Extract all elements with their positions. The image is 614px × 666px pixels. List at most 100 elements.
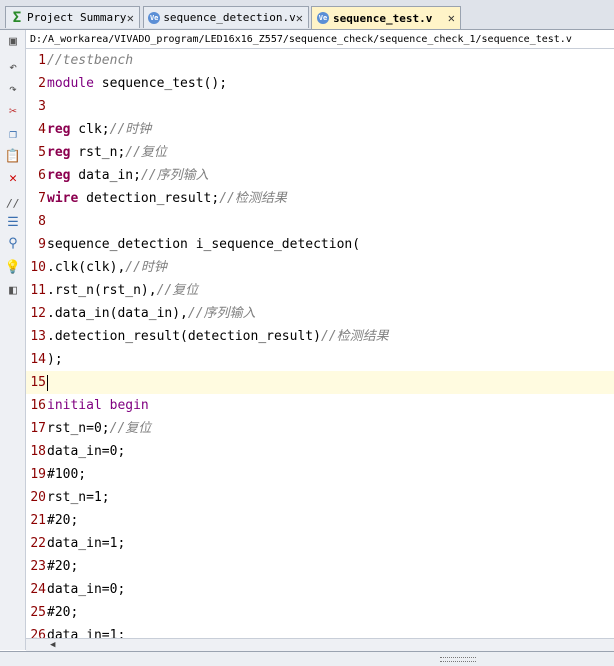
code-token: data_in; <box>70 168 141 183</box>
code-text: reg rst_n;//复位 <box>47 141 167 164</box>
line-number: 21 <box>30 513 46 528</box>
horizontal-scrollbar[interactable]: ◀ <box>26 638 614 652</box>
code-editor[interactable]: 1//testbench 2 module sequence_test(); 3 4 re… <box>26 49 614 638</box>
code-text: rst_n=1; <box>47 486 110 509</box>
code-line[interactable]: 19 #100; <box>26 463 614 486</box>
code-line[interactable]: 16 initial begin <box>26 394 614 417</box>
line-number: 8 <box>38 214 46 229</box>
file-path-bar: D:/A_workarea/VIVADO_program/LED16x16_Z5… <box>26 30 614 49</box>
close-icon[interactable]: ✕ <box>296 11 303 25</box>
resize-grip[interactable] <box>440 657 476 662</box>
code-line[interactable]: 10 .clk(clk),//时钟 <box>26 256 614 279</box>
editor-tab-bar: Σ Project Summary ✕ Ve sequence_detection.v ✕… <box>0 0 614 30</box>
code-text: data_in=0; <box>47 578 125 601</box>
line-number: 23 <box>30 559 46 574</box>
code-line[interactable]: 12 .data_in(data_in),//序列输入 <box>26 302 614 325</box>
code-line[interactable]: 23 #20; <box>26 555 614 578</box>
code-comment: //复位 <box>109 421 152 436</box>
code-line[interactable]: 25 #20; <box>26 601 614 624</box>
code-line[interactable]: 6 reg data_in;//序列输入 <box>26 164 614 187</box>
code-line[interactable]: 8 <box>26 210 614 233</box>
code-line[interactable]: 17 rst_n=0;//复位 <box>26 417 614 440</box>
hint-icon[interactable]: 💡 <box>5 259 21 275</box>
code-text: reg data_in;//序列输入 <box>47 164 209 187</box>
line-number: 24 <box>30 582 46 597</box>
code-line[interactable]: 7 wire detection_result;//检测结果 <box>26 187 614 210</box>
align-icon[interactable]: ☰ <box>5 214 21 230</box>
code-token: #20; <box>47 559 79 574</box>
line-number: 3 <box>38 99 46 114</box>
code-line[interactable]: 22 data_in=1; <box>26 532 614 555</box>
code-text <box>47 371 48 394</box>
comment-icon[interactable]: // <box>5 195 21 211</box>
close-icon[interactable]: ✕ <box>448 11 455 25</box>
code-token: .rst_n(rst_n), <box>47 283 157 298</box>
line-number: 16 <box>30 398 46 413</box>
code-token: #100; <box>47 467 87 482</box>
code-line[interactable]: 9 sequence_detection i_sequence_detection… <box>26 233 614 256</box>
code-comment: //检测结果 <box>320 329 389 344</box>
code-line[interactable]: 21 #20; <box>26 509 614 532</box>
code-line[interactable]: 14); <box>26 348 614 371</box>
template-icon[interactable]: ◧ <box>5 282 21 298</box>
line-number: 25 <box>30 605 46 620</box>
code-text: data_in=1; <box>47 532 125 555</box>
tab-label: Project Summary <box>27 11 127 24</box>
close-icon[interactable]: ✕ <box>127 11 134 25</box>
status-bar <box>0 651 614 666</box>
paste-icon[interactable]: 📋 <box>5 148 21 164</box>
editor-side-toolbar: ▣ ↶ ↷ ✂ ❐ 📋 ✕ // ☰ ⚲ 💡 ◧ <box>0 30 26 650</box>
code-token: sequence_test(); <box>93 76 228 91</box>
code-text: reg clk;//时钟 <box>47 118 151 141</box>
code-line[interactable]: 2 module sequence_test(); <box>26 72 614 95</box>
code-token: rst_n=0; <box>47 421 110 436</box>
code-line[interactable]: 24 data_in=0; <box>26 578 614 601</box>
code-line[interactable]: 5 reg rst_n;//复位 <box>26 141 614 164</box>
code-token: #20; <box>47 605 79 620</box>
code-keyword: reg <box>47 145 71 160</box>
code-text: rst_n=0;//复位 <box>47 417 151 440</box>
code-token: data_in=0; <box>47 444 126 459</box>
line-number: 11 <box>30 283 46 298</box>
code-line[interactable]: 13 .detection_result(detection_result)//检… <box>26 325 614 348</box>
code-comment: //复位 <box>125 145 167 160</box>
code-line[interactable]: 11 .rst_n(rst_n),//复位 <box>26 279 614 302</box>
line-number: 10 <box>30 260 46 275</box>
code-token: data_in=0; <box>47 582 126 597</box>
code-token: .detection_result(detection_result) <box>47 329 321 344</box>
tab-2[interactable]: Ve sequence_test.v ✕ <box>311 6 461 29</box>
line-number: 18 <box>30 444 46 459</box>
code-token: detection_result; <box>78 191 220 206</box>
code-text: ); <box>47 348 63 371</box>
code-line[interactable]: 3 <box>26 95 614 118</box>
code-text: .clk(clk),//时钟 <box>47 256 167 279</box>
code-comment: //序列输入 <box>140 168 209 183</box>
code-text: .data_in(data_in),//序列输入 <box>47 302 256 325</box>
code-token: ); <box>47 352 63 367</box>
line-number: 4 <box>38 122 46 137</box>
code-line[interactable]: 20 rst_n=1; <box>26 486 614 509</box>
redo-icon[interactable]: ↷ <box>5 81 21 97</box>
tab-0[interactable]: Σ Project Summary ✕ <box>5 6 140 28</box>
code-line[interactable]: 18 data_in=0; <box>26 440 614 463</box>
line-number: 17 <box>30 421 46 436</box>
code-comment: //序列输入 <box>187 306 256 321</box>
copy-icon[interactable]: ❐ <box>5 126 21 142</box>
find-icon[interactable]: ⚲ <box>5 235 21 251</box>
save-icon[interactable]: ▣ <box>5 33 21 49</box>
code-text: .detection_result(detection_result)//检测结… <box>47 325 389 348</box>
code-text: #20; <box>47 601 78 624</box>
tab-1[interactable]: Ve sequence_detection.v ✕ <box>143 6 309 28</box>
cut-icon[interactable]: ✂ <box>5 103 21 119</box>
verilog-file-icon: Ve <box>317 12 329 24</box>
code-text: module sequence_test(); <box>47 72 227 95</box>
code-line[interactable]: 15 <box>26 371 614 394</box>
code-text: data_in=0; <box>47 440 125 463</box>
undo-icon[interactable]: ↶ <box>5 59 21 75</box>
delete-icon[interactable]: ✕ <box>5 170 21 186</box>
code-line[interactable]: 26 data_in=1; <box>26 624 614 638</box>
code-line[interactable]: 4 reg clk;//时钟 <box>26 118 614 141</box>
code-line[interactable]: 1//testbench <box>26 49 614 72</box>
code-token: .clk(clk), <box>47 260 126 275</box>
code-text: //testbench <box>47 49 133 72</box>
